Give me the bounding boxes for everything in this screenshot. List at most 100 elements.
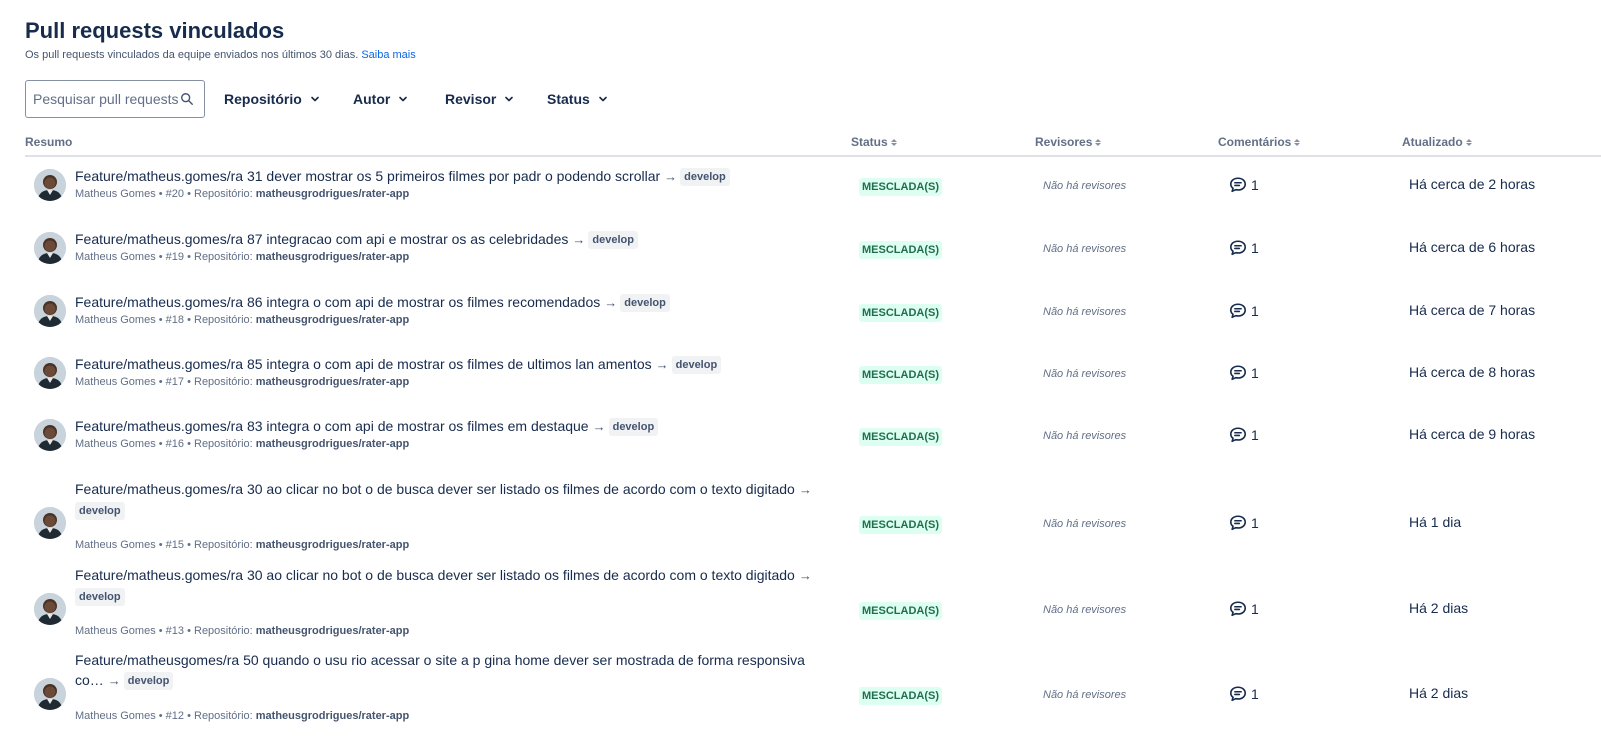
repository-label: Repositório: [194,625,253,637]
pull-request-meta: Matheus Gomes • #13 • Repositório: mathe… [75,625,410,637]
column-comments[interactable]: Comentários [1218,135,1301,149]
column-comments-label: Comentários [1218,135,1292,149]
subtitle-text: Os pull requests vinculados da equipe en… [25,49,359,61]
filter-repository[interactable]: Repositório [224,80,320,118]
pull-request-title: Feature/matheus.gomes/ra 87 integracao c… [75,229,638,250]
pull-request-link[interactable]: Feature/matheus.gomes/ra 86 integra o co… [75,294,600,310]
filter-author-label: Autor [353,91,391,107]
repository-name: matheusgrodrigues/rater-app [255,251,410,263]
comments-count[interactable]: 1 [1229,600,1259,618]
author-name: Matheus Gomes [75,539,156,551]
status-badge: MESCLADA(S) [859,366,942,384]
linked-pull-requests-page: Pull requests vinculados Os pull request… [0,0,1601,739]
branch-lozenge: develop [620,294,670,313]
branch-lozenge: develop [588,231,638,250]
avatar [34,419,66,451]
comments-count[interactable]: 1 [1229,426,1259,444]
reviewers-empty: Não há revisores [1043,180,1127,192]
filter-repository-label: Repositório [224,91,302,107]
search-box[interactable] [25,80,205,118]
sort-icon [1294,138,1301,146]
chevron-down-icon [399,96,408,102]
column-reviewers-label: Revisores [1035,135,1093,149]
pull-request-link[interactable]: Feature/matheus.gomes/ra 30 ao clicar no… [75,481,795,497]
filter-status[interactable]: Status [547,80,608,118]
arrow-right-icon: → [592,419,606,434]
search-input[interactable] [33,81,181,117]
arrow-right-icon: → [655,357,669,372]
pull-request-meta: Matheus Gomes • #18 • Repositório: mathe… [75,314,410,326]
pull-request-number: #15 [165,539,185,551]
filter-author[interactable]: Autor [353,80,408,118]
repository-name: matheusgrodrigues/rater-app [255,625,410,637]
column-status[interactable]: Status [851,135,897,149]
status-badge: MESCLADA(S) [859,687,942,705]
comments-number: 1 [1251,240,1259,256]
column-updated-label: Atualizado [1402,135,1463,149]
sort-icon [1095,138,1102,146]
search-icon[interactable] [180,92,194,106]
arrow-right-icon: → [664,169,678,184]
updated-time: Há cerca de 8 horas [1409,364,1536,380]
pull-request-link[interactable]: Feature/matheus.gomes/ra 30 ao clicar no… [75,567,795,583]
avatar [34,507,66,539]
comments-number: 1 [1251,427,1259,443]
column-updated[interactable]: Atualizado [1402,135,1472,149]
author-name: Matheus Gomes [75,188,156,200]
branch-lozenge: develop [75,502,125,521]
branch-lozenge: develop [608,418,659,437]
pull-request-title: Feature/matheus.gomes/ra 30 ao clicar no… [75,479,835,521]
repository-label: Repositório: [194,376,253,388]
branch-lozenge: develop [123,672,174,691]
arrow-right-icon: → [798,482,812,497]
filter-reviewer[interactable]: Revisor [445,80,514,118]
status-badge: MESCLADA(S) [859,241,942,259]
pull-request-number: #20 [165,188,185,200]
learn-more-link[interactable]: Saiba mais [361,49,415,61]
reviewers-empty: Não há revisores [1043,306,1127,318]
pull-request-link[interactable]: Feature/matheus.gomes/ra 31 dever mostra… [75,168,660,184]
comment-icon [1229,514,1247,532]
repository-label: Repositório: [194,438,253,450]
author-name: Matheus Gomes [75,438,156,450]
arrow-right-icon: → [107,673,121,688]
repository-name: matheusgrodrigues/rater-app [255,438,410,450]
comments-count[interactable]: 1 [1229,176,1259,194]
repository-label: Repositório: [194,251,253,263]
repository-name: matheusgrodrigues/rater-app [255,710,410,722]
branch-lozenge: develop [75,588,125,607]
repository-label: Repositório: [194,188,253,200]
pull-request-link[interactable]: Feature/matheus.gomes/ra 85 integra o co… [75,356,652,372]
comments-number: 1 [1251,303,1259,319]
comments-number: 1 [1251,365,1259,381]
status-badge: MESCLADA(S) [859,428,942,446]
pull-request-meta: Matheus Gomes • #16 • Repositório: mathe… [75,438,410,450]
comment-icon [1229,600,1247,618]
avatar [34,593,66,625]
reviewers-empty: Não há revisores [1043,518,1127,530]
pull-request-meta: Matheus Gomes • #17 • Repositório: mathe… [75,376,410,388]
comments-count[interactable]: 1 [1229,239,1259,257]
avatar [34,357,66,389]
pull-request-link[interactable]: Feature/matheus.gomes/ra 87 integracao c… [75,231,568,247]
arrow-right-icon: → [572,232,586,247]
comments-count[interactable]: 1 [1229,685,1259,703]
pull-request-link[interactable]: Feature/matheusgomes/ra 50 quando o usu … [75,652,805,688]
comments-count[interactable]: 1 [1229,302,1259,320]
pull-request-meta: Matheus Gomes • #20 • Repositório: mathe… [75,188,410,200]
comments-count[interactable]: 1 [1229,364,1259,382]
pull-request-link[interactable]: Feature/matheus.gomes/ra 83 integra o co… [75,418,589,434]
pull-request-title: Feature/matheus.gomes/ra 85 integra o co… [75,354,722,375]
page-title: Pull requests vinculados [25,18,285,43]
status-badge: MESCLADA(S) [859,516,942,534]
column-summary: Resumo [25,135,72,149]
pull-request-title: Feature/matheusgomes/ra 50 quando o usu … [75,650,835,691]
comments-number: 1 [1251,177,1259,193]
updated-time: Há cerca de 9 horas [1409,426,1536,442]
comment-icon [1229,364,1247,382]
comment-icon [1229,685,1247,703]
avatar [34,169,66,201]
column-reviewers[interactable]: Revisores [1035,135,1102,149]
comments-count[interactable]: 1 [1229,514,1259,532]
chevron-down-icon [505,96,514,102]
